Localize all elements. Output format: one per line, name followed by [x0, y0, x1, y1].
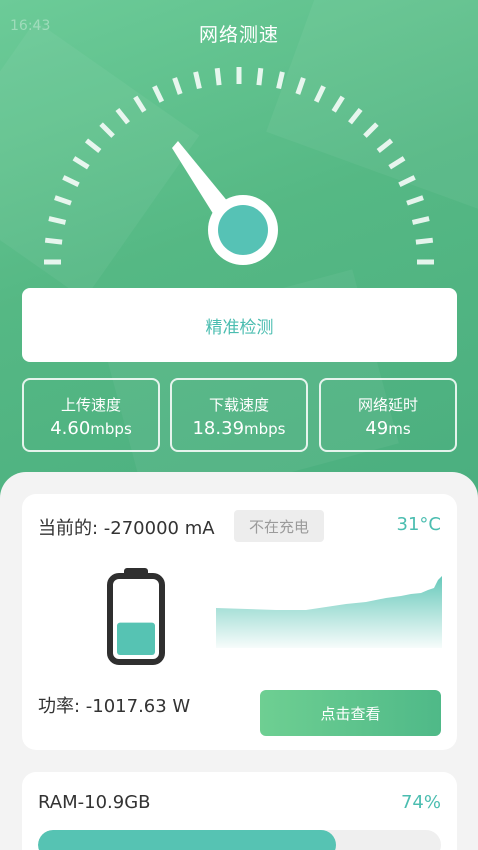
gauge-tick	[276, 71, 285, 90]
gauge-tick	[348, 107, 363, 125]
gauge-tick	[256, 67, 264, 86]
latency-value: 49ms	[365, 418, 411, 439]
gauge-tick	[133, 95, 147, 113]
precise-detect-button[interactable]: 精准检测	[22, 288, 457, 362]
latency-label: 网络延时	[357, 396, 418, 414]
gauge-tick	[54, 195, 72, 206]
gauge-tick	[411, 216, 430, 225]
upload-speed-value: 4.60mbps	[50, 418, 132, 439]
gauge-tick	[406, 195, 424, 206]
gauge-tick	[214, 67, 222, 86]
battery-temperature: 31°C	[396, 514, 441, 535]
gauge-tick	[48, 216, 67, 225]
gauge-tick	[415, 237, 434, 245]
battery-current: 当前的: -270000 mA	[38, 518, 215, 539]
gauge-tick	[363, 122, 379, 138]
gauge-tick	[172, 77, 183, 95]
view-details-button[interactable]: 点击查看	[260, 690, 441, 736]
battery-icon	[107, 568, 165, 665]
download-speed-card: 下载速度 18.39mbps	[170, 378, 308, 452]
gauge-tick	[295, 77, 306, 95]
upload-speed-card: 上传速度 4.60mbps	[22, 378, 160, 452]
gauge-tick	[115, 107, 130, 125]
battery-card: 当前的: -270000 mA 不在充电 31°C 功率: -1017.63 W…	[22, 494, 457, 750]
ram-card: RAM-10.9GB 74%	[22, 772, 457, 850]
speed-gauge	[44, 67, 434, 265]
gauge-tick	[331, 95, 345, 113]
battery-level-fill	[117, 622, 155, 655]
gauge-tick	[193, 71, 202, 90]
gauge-tick	[72, 156, 90, 170]
charge-status-badge: 不在充电	[234, 510, 324, 542]
ram-usage-fill	[38, 830, 337, 850]
gauge-tick	[152, 85, 165, 103]
latency-card: 网络延时 49ms	[319, 378, 457, 452]
speed-test-header: 16:43 网络测速 精准检测 上传速度 4.60mbps 下载速度 18.39…	[0, 0, 478, 520]
gauge-tick	[84, 138, 102, 153]
gauge-tick	[376, 138, 394, 153]
ram-percent: 74%	[400, 792, 441, 813]
gauge-tick	[388, 156, 406, 170]
gauge-tick	[99, 122, 115, 138]
upload-speed-label: 上传速度	[60, 396, 121, 414]
battery-power: 功率: -1017.63 W	[38, 696, 191, 717]
gauge-tick	[398, 175, 416, 188]
gauge-tick	[62, 175, 80, 188]
download-speed-value: 18.39mbps	[192, 418, 286, 439]
ram-usage-bar	[38, 830, 441, 850]
gauge-tick	[313, 85, 326, 103]
gauge-tick	[44, 237, 63, 245]
gauge-hub-center	[218, 205, 268, 255]
download-speed-label: 下载速度	[208, 396, 269, 414]
ram-label: RAM-10.9GB	[38, 792, 151, 813]
battery-trend-wave	[216, 576, 442, 648]
